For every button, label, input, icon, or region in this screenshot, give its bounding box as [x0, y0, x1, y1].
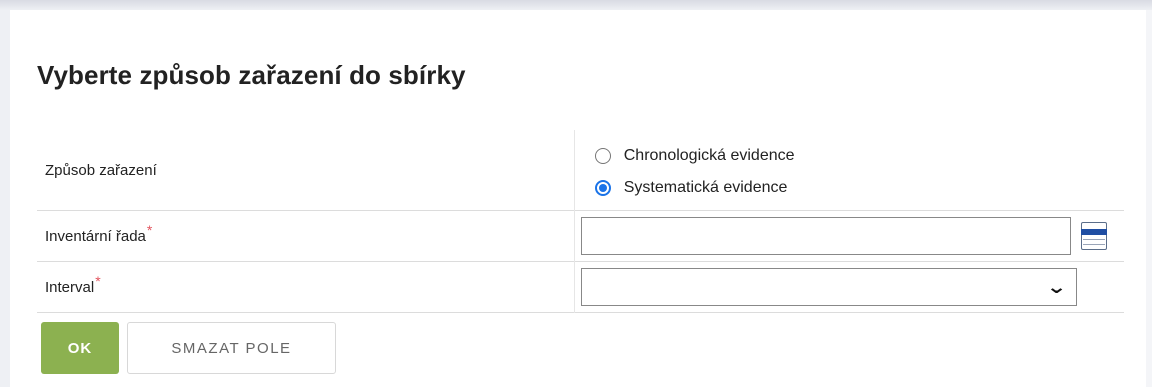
form-row-placement: Způsob zařazení Chronologická evidence S…: [37, 130, 1124, 211]
picker-icon-line: [1083, 239, 1106, 240]
picker-icon-line: [1083, 244, 1106, 245]
radio-chronological-label[interactable]: Chronologická evidence: [624, 147, 795, 165]
window-left-edge: [0, 10, 10, 387]
inventory-series-input[interactable]: [580, 217, 1071, 255]
form-table: Způsob zařazení Chronologická evidence S…: [37, 130, 1124, 313]
page-title: Vyberte způsob zařazení do sbírky: [37, 60, 466, 90]
clear-fields-button[interactable]: SMAZAT POLE: [127, 322, 336, 374]
inventory-series-label: Inventární řada: [45, 227, 146, 245]
form-row-inventory-series: Inventární řada*: [37, 210, 1124, 262]
placement-label: Způsob zařazení: [37, 130, 575, 211]
radio-selected-dot: [598, 184, 607, 192]
radio-option-chronological[interactable]: Chronologická evidence: [594, 140, 1124, 172]
picker-icon-frame: [1081, 222, 1108, 250]
interval-label-cell: Interval*: [37, 261, 575, 313]
interval-label: Interval: [45, 278, 95, 296]
ok-button[interactable]: OK: [41, 322, 119, 374]
required-mark: *: [95, 272, 101, 289]
form-row-interval: Interval* ⌄: [37, 261, 1124, 313]
required-mark: *: [146, 221, 153, 238]
radio-systematic[interactable]: [594, 180, 611, 196]
inventory-series-label-cell: Inventární řada*: [37, 210, 575, 262]
picker-icon-bar: [1081, 229, 1108, 235]
interval-field-cell: ⌄: [573, 261, 1124, 313]
chevron-down-icon[interactable]: ⌄: [1046, 277, 1067, 298]
window-top-edge: [0, 0, 1152, 10]
radio-systematic-label[interactable]: Systematická evidence: [624, 179, 788, 197]
placement-radio-group: Chronologická evidence Systematická evid…: [573, 130, 1124, 211]
inventory-series-field-cell: [573, 210, 1124, 262]
radio-option-systematic[interactable]: Systematická evidence: [594, 172, 1124, 204]
list-picker-icon[interactable]: [1081, 222, 1108, 250]
radio-chronological[interactable]: [594, 148, 611, 164]
window-right-edge: [1146, 10, 1152, 387]
interval-select[interactable]: ⌄: [580, 268, 1077, 306]
